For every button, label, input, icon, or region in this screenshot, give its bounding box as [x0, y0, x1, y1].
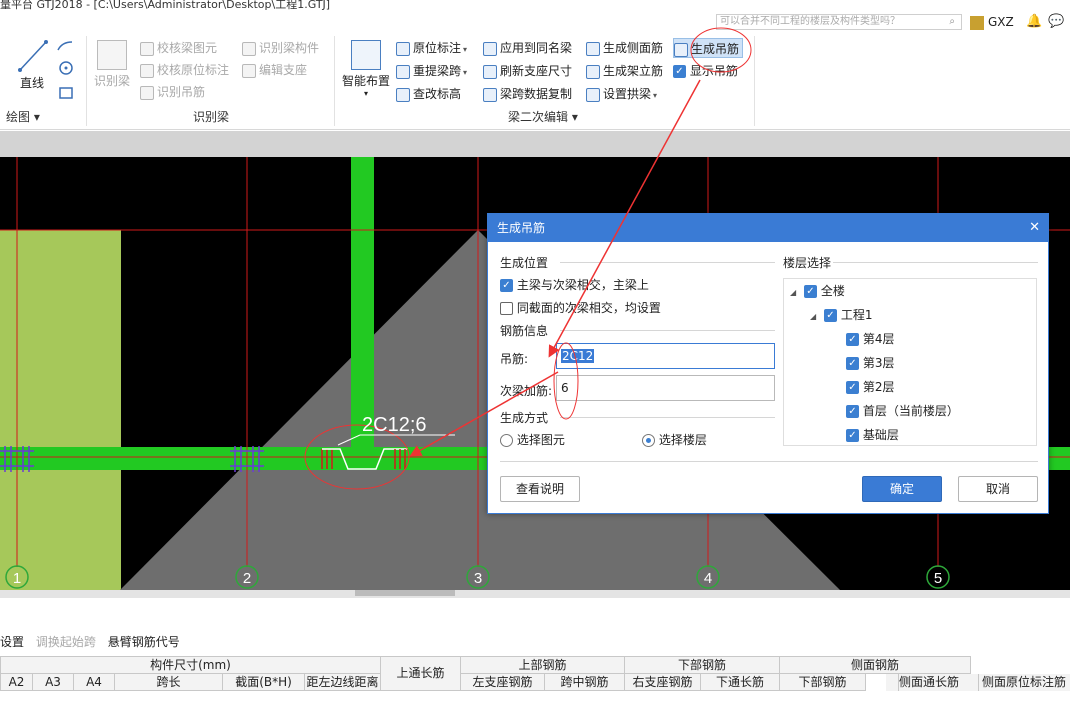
group-header-top: 上部钢筋 — [460, 656, 625, 674]
cantilever-code-button[interactable]: 悬臂钢筋代号 — [108, 635, 180, 649]
settings-button[interactable]: 设置 — [0, 635, 24, 649]
col-side-through[interactable]: 侧面通长筋 — [898, 674, 959, 691]
col-mid-span[interactable]: 跨中钢筋 — [544, 673, 625, 691]
col-a3[interactable]: A3 — [32, 673, 74, 691]
group-header-top-through: 上通长筋 — [380, 656, 461, 691]
col-bottom-through[interactable]: 下通长筋 — [700, 673, 780, 691]
group-header-size: 构件尺寸(mm) — [0, 656, 381, 674]
col-a4[interactable]: A4 — [73, 673, 115, 691]
col-side-inline[interactable]: 侧面原位标注筋 — [978, 674, 1066, 691]
group-header-bottom: 下部钢筋 — [624, 656, 780, 674]
horizontal-scrollbar[interactable] — [0, 590, 1070, 598]
col-span-length[interactable]: 跨长 — [114, 673, 223, 691]
scroll-thumb[interactable] — [355, 590, 455, 596]
swap-start-span-button[interactable]: 调换起始跨 — [36, 635, 96, 649]
col-section[interactable]: 截面(B*H) — [222, 673, 305, 691]
col-left-support[interactable]: 左支座钢筋 — [460, 673, 545, 691]
col-right-support[interactable]: 右支座钢筋 — [624, 673, 701, 691]
col-a2[interactable]: A2 — [0, 673, 33, 691]
beam-span-table: 构件尺寸(mm) 上通长筋 上部钢筋 下部钢筋 侧面钢筋 A2 A3 A4 跨长… — [0, 656, 971, 691]
side-columns: 侧面通长筋 侧面原位标注筋 — [886, 674, 1070, 691]
col-bottom-rebar[interactable]: 下部钢筋 — [779, 673, 866, 691]
bottom-toolbar: 设置 调换起始跨 悬臂钢筋代号 — [0, 632, 188, 652]
group-header-side: 侧面钢筋 — [779, 656, 971, 674]
col-left-edge-distance[interactable]: 距左边线距离 — [304, 673, 381, 691]
